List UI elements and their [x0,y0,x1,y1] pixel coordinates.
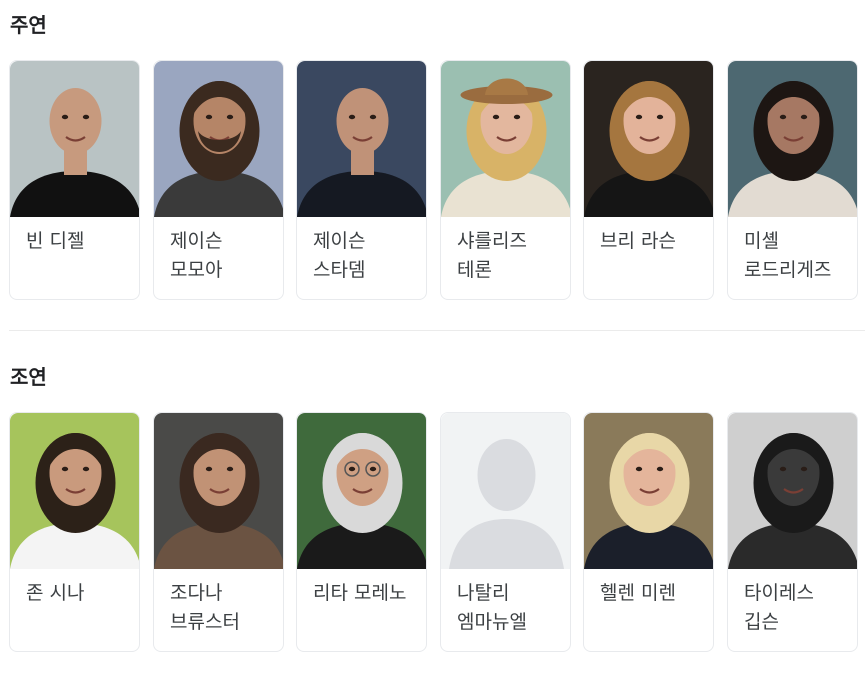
cast-card[interactable]: 타이레스 깁슨 [727,412,858,652]
cast-card[interactable]: 제이슨 모모아 [153,60,284,300]
cast-card[interactable]: 브리 라슨 [583,60,714,300]
woman-long-brown-hair [154,413,283,569]
cast-card[interactable]: 조다나 브류스터 [153,412,284,652]
cast-photo [10,61,139,217]
man-in-suit [297,61,426,217]
cast-card[interactable]: 존 시나 [9,412,140,652]
cast-photo [584,61,713,217]
section-divider [9,330,865,331]
cast-card[interactable]: 샤를리즈 테론 [440,60,571,300]
cast-name: 타이레스 깁슨 [744,582,814,633]
cast-name: 제이슨 모모아 [170,230,223,281]
cast-name: 리타 모레노 [313,582,407,604]
main-cast-row: 빈 디젤 제이슨 모모아 제이슨 스타뎀 샤를리즈 테론 브리 라슨 미셸 로드리게즈 [9,60,859,300]
cast-card[interactable]: 빈 디젤 [9,60,140,300]
cast-card[interactable]: 헬렌 미렌 [583,412,714,652]
woman-grey-hair-glasses [297,413,426,569]
cast-name: 미셸 로드리게즈 [744,230,832,281]
woman-dark-hair [728,61,857,217]
cast-photo [297,61,426,217]
man-white-tshirt [10,413,139,569]
smiling-man-bw [728,413,857,569]
placeholder-silhouette [441,413,570,569]
woman-blonde-earrings [584,413,713,569]
cast-name: 조다나 브류스터 [170,582,240,633]
cast-photo [297,413,426,569]
cast-card[interactable]: 나탈리 엠마뉴엘 [440,412,571,652]
section-title-main-cast: 주연 [10,13,47,37]
cast-photo [154,413,283,569]
cast-photo [441,413,570,569]
cast-photo [441,61,570,217]
cast-card[interactable]: 제이슨 스타뎀 [296,60,427,300]
cast-photo [728,61,857,217]
cast-name: 브리 라슨 [600,230,676,252]
long-haired-bearded-man [154,61,283,217]
cast-photo [10,413,139,569]
cast-name: 빈 디젤 [26,230,85,252]
cast-photo [728,413,857,569]
cast-name: 나탈리 엠마뉴엘 [457,582,527,633]
cast-card[interactable]: 미셸 로드리게즈 [727,60,858,300]
smiling-woman [584,61,713,217]
bald-man-black-shirt [10,61,139,217]
woman-with-hat [441,61,570,217]
cast-name: 샤를리즈 테론 [457,230,527,281]
cast-name: 제이슨 스타뎀 [313,230,366,281]
section-title-supporting-cast: 조연 [10,365,47,389]
supporting-cast-row: 존 시나 조다나 브류스터 리타 모레노 나탈리 엠마뉴엘 헬렌 미렌 타이레스 깁슨 [9,412,859,652]
cast-card[interactable]: 리타 모레노 [296,412,427,652]
cast-photo [584,413,713,569]
cast-name: 헬렌 미렌 [600,582,676,604]
cast-photo [154,61,283,217]
cast-name: 존 시나 [26,582,85,604]
